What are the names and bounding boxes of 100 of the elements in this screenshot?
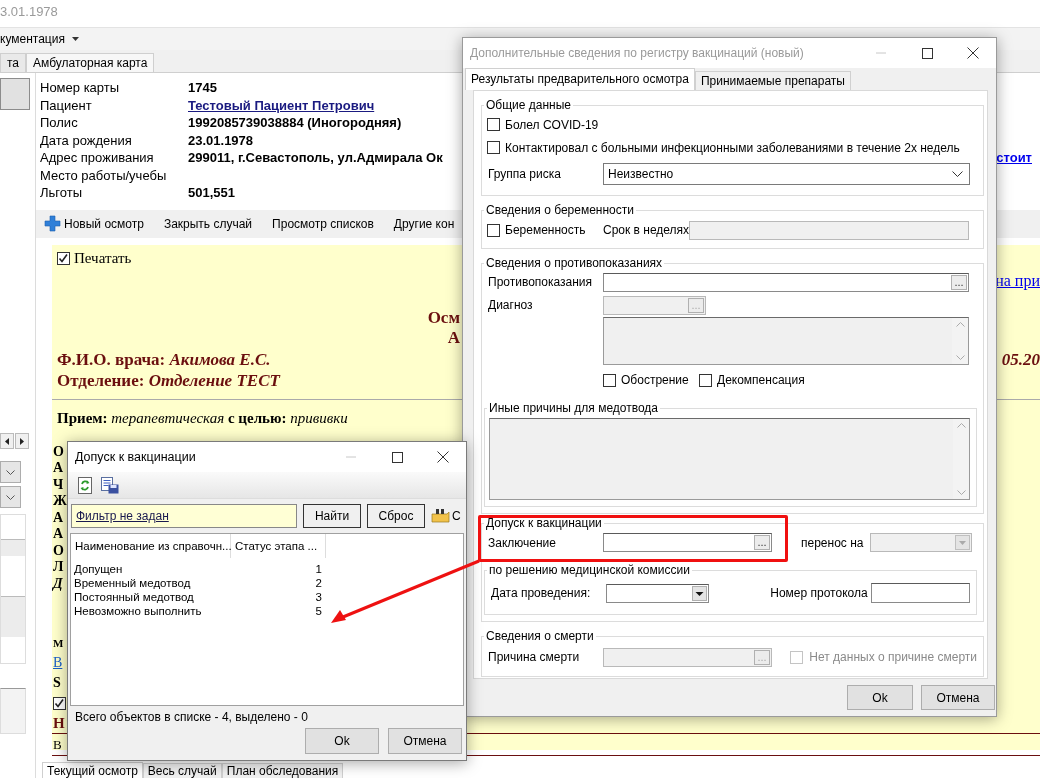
close-icon <box>437 451 449 463</box>
menu-item[interactable]: кументация <box>0 32 83 46</box>
filter-field[interactable]: Фильтр не задан <box>71 504 297 528</box>
date-text: 05.20 <box>1001 350 1040 370</box>
link[interactable]: на при <box>995 271 1040 290</box>
tab[interactable]: Текущий осмотр <box>42 762 143 778</box>
dialog-button[interactable]: Ok <box>847 685 913 710</box>
tab[interactable]: Принимаемые препараты <box>694 71 851 90</box>
status-text: Всего объектов в списке - 4, выделено - 0 <box>75 710 308 724</box>
checkbox-label: Обострение <box>621 373 689 387</box>
group-title: Иные причины для медотвода <box>488 401 660 415</box>
triangle-right-icon <box>20 437 24 445</box>
field-label: Причина смерти <box>487 650 581 664</box>
toolbar-button[interactable]: Просмотр списков <box>272 216 374 231</box>
list-row[interactable]: Постоянный медотвод 3 <box>71 590 463 604</box>
caret-down-icon <box>692 585 707 601</box>
doctor-text: Ф.И.О. врача: Акимова Е.С. <box>57 350 271 370</box>
field-value: 23.01.1978 <box>188 131 254 149</box>
table-cell-text: Временный медотвод <box>73 576 192 590</box>
dropdown[interactable]: Неизвестно <box>603 163 970 185</box>
checkbox[interactable] <box>487 141 500 154</box>
group-title: Допуск к вакцинации <box>485 516 603 530</box>
plus-icon <box>44 215 61 232</box>
tab[interactable]: Весь случай <box>142 763 222 778</box>
scroll-right-button[interactable] <box>15 433 29 449</box>
maximize-icon <box>391 451 403 463</box>
tab[interactable]: Результаты предварительного осмотра <box>465 68 695 90</box>
close-icon <box>967 47 979 59</box>
input-field[interactable]: ... <box>603 533 772 552</box>
link[interactable]: стоит <box>996 149 1032 167</box>
export-button[interactable] <box>101 476 119 494</box>
chevron-down-icon <box>6 494 15 500</box>
department-text: Отделение: Отделение ТЕСТ <box>57 371 280 391</box>
input-field[interactable] <box>871 583 970 603</box>
checkbox[interactable] <box>487 223 500 237</box>
list-row[interactable]: Временный медотвод 2 <box>71 576 463 590</box>
filter-button[interactable]: Найти <box>303 504 361 528</box>
toolbar-button[interactable]: С <box>431 508 461 524</box>
checkbox-label: Декомпенсация <box>717 373 805 387</box>
reception-text: Прием: терапевтическая с целью: прививки <box>57 410 348 427</box>
field-label: Срок в неделях <box>603 223 689 237</box>
browse-button[interactable]: ... <box>951 274 967 290</box>
list-row[interactable]: Допущен 1 <box>71 562 463 576</box>
text-fragment: А <box>53 460 64 477</box>
field-label: Номер карты <box>40 79 120 97</box>
scroll-down-icon <box>956 490 966 495</box>
field-value: 1745 <box>188 79 217 97</box>
chevron-down-icon <box>6 469 15 475</box>
text-fragment: А <box>53 509 64 526</box>
table-cell-text: Невозможно выполнить <box>73 604 203 618</box>
column-header[interactable]: Статус этапа ... <box>231 534 326 558</box>
checkbox[interactable] <box>603 373 616 387</box>
dialog-button[interactable]: Ok <box>305 728 379 754</box>
toolbar-button[interactable]: Другие кон <box>393 216 455 231</box>
field-label: Заключение <box>487 535 557 550</box>
text-fragment: В <box>53 736 62 753</box>
dialog-button[interactable]: Отмена <box>921 685 995 710</box>
toolbar-button[interactable]: Новый осмотр <box>44 215 144 232</box>
link[interactable]: Д <box>53 575 63 592</box>
link[interactable]: В <box>53 655 63 671</box>
dialog-button[interactable]: Отмена <box>388 728 462 754</box>
date-picker[interactable] <box>606 583 709 603</box>
heading-text: Н <box>53 714 65 732</box>
input-field[interactable]: ... <box>603 272 969 292</box>
table-cell-text: Допущен <box>73 562 124 576</box>
checkbox-label: Нет данных о причине смерти <box>809 650 977 664</box>
scroll-left-button[interactable] <box>0 433 14 449</box>
checkbox[interactable] <box>53 696 66 710</box>
folder-icon <box>431 508 450 524</box>
refresh-button[interactable] <box>78 476 92 494</box>
field-label: Место работы/учебы <box>40 166 167 184</box>
browse-button[interactable]: ... <box>754 535 770 550</box>
filter-button[interactable]: Сброс <box>367 504 425 528</box>
checkbox[interactable] <box>699 373 712 387</box>
tab[interactable]: Амбулаторная карта <box>26 53 155 72</box>
text-fragment: S <box>53 675 61 691</box>
caret-down-icon <box>955 535 970 550</box>
checkbox[interactable] <box>487 118 500 131</box>
patient-link[interactable]: Тестовый Пациент Петрович <box>188 96 375 114</box>
tab[interactable]: План обследования <box>221 763 344 778</box>
scroll-down-icon <box>955 355 965 360</box>
heading-text: А <box>447 327 460 348</box>
field-label: Дата рождения <box>40 131 132 149</box>
group-title: по решению медицинской комиссии <box>488 563 691 577</box>
side-button[interactable] <box>0 78 30 110</box>
scroll-up-icon <box>955 322 965 327</box>
field-label: Полис <box>40 114 78 132</box>
caret-down-icon <box>71 37 79 41</box>
column-header[interactable]: Наименование из справочн... <box>71 534 231 558</box>
field-label: Группа риска <box>487 167 562 181</box>
toolbar-button[interactable]: Закрыть случай <box>163 216 253 231</box>
tab[interactable]: та <box>0 53 27 72</box>
list-row[interactable]: Невозможно выполнить 5 <box>71 604 463 618</box>
table-cell-text: 5 <box>314 604 322 618</box>
checkbox-label: Болел COVID-19 <box>505 117 599 132</box>
group-title: Сведения о беременности <box>485 203 635 217</box>
checkbox[interactable] <box>57 252 70 265</box>
field-label: Номер протокола <box>770 586 869 600</box>
field-label: Диагноз <box>487 298 534 312</box>
group-title: Общие данные <box>485 98 573 112</box>
